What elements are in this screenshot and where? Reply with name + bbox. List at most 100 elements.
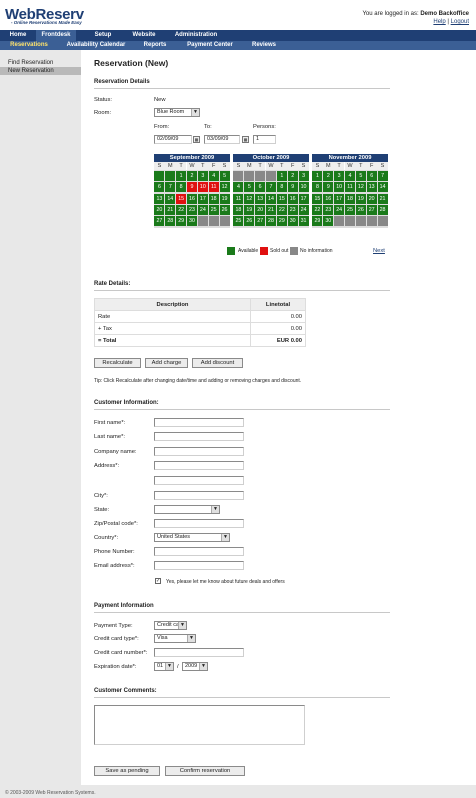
calendar-day[interactable]: 15 bbox=[276, 193, 287, 204]
calendar-day[interactable]: 11 bbox=[208, 182, 219, 193]
country-select[interactable]: United States ▼ bbox=[154, 533, 230, 542]
calendar-day[interactable]: 8 bbox=[312, 182, 323, 193]
calendar-day[interactable]: 24 bbox=[298, 204, 309, 215]
last-name-input[interactable] bbox=[154, 432, 244, 441]
nav-home[interactable]: Home bbox=[0, 30, 36, 41]
calendar-day[interactable]: 23 bbox=[287, 204, 298, 215]
subnav-payment-center[interactable]: Payment Center bbox=[182, 41, 238, 50]
email-input[interactable] bbox=[154, 561, 244, 570]
calendar-day[interactable]: 11 bbox=[233, 193, 244, 204]
calendar-day[interactable]: 30 bbox=[186, 216, 198, 227]
calendar-day[interactable]: 15 bbox=[176, 193, 187, 204]
calendar-day[interactable]: 3 bbox=[298, 171, 309, 181]
sidebar-item-find-reservation[interactable]: Find Reservation bbox=[0, 59, 81, 67]
calendar-day[interactable]: 5 bbox=[244, 182, 255, 193]
calendar-day[interactable]: 20 bbox=[366, 193, 377, 204]
calendar-day[interactable]: 18 bbox=[208, 193, 219, 204]
calendar-day[interactable]: 4 bbox=[208, 171, 219, 181]
calendar-day[interactable]: 28 bbox=[377, 204, 388, 215]
calendar-day[interactable]: 10 bbox=[197, 182, 208, 193]
comments-textarea[interactable] bbox=[94, 705, 305, 745]
confirm-reservation-button[interactable]: Confirm reservation bbox=[165, 766, 245, 776]
calendar-day[interactable]: 8 bbox=[176, 182, 187, 193]
cc-number-input[interactable] bbox=[154, 648, 244, 657]
calendar-day[interactable]: 24 bbox=[334, 204, 345, 215]
calendar-icon[interactable]: ▦ bbox=[193, 136, 200, 143]
calendar-day[interactable]: 4 bbox=[233, 182, 244, 193]
city-input[interactable] bbox=[154, 491, 244, 500]
calendar-day[interactable]: 8 bbox=[276, 182, 287, 193]
calendar-day[interactable]: 12 bbox=[244, 193, 255, 204]
calendar-day[interactable]: 14 bbox=[165, 193, 176, 204]
calendar-day[interactable]: 19 bbox=[244, 204, 255, 215]
calendar-day[interactable]: 7 bbox=[165, 182, 176, 193]
calendar-day[interactable]: 2 bbox=[186, 171, 198, 181]
calendar-day[interactable]: 25 bbox=[208, 204, 219, 215]
calendar-day[interactable]: 23 bbox=[323, 204, 334, 215]
subnav-reservations[interactable]: Reservations bbox=[6, 41, 52, 50]
sidebar-item-new-reservation[interactable]: New Reservation bbox=[0, 67, 81, 75]
recalculate-button[interactable]: Recalculate bbox=[94, 358, 141, 368]
calendar-day[interactable]: 26 bbox=[355, 204, 366, 215]
calendar-day[interactable]: 6 bbox=[255, 182, 266, 193]
calendar-day[interactable]: 12 bbox=[355, 182, 366, 193]
calendar-day[interactable]: 20 bbox=[255, 204, 266, 215]
calendar-day[interactable]: 20 bbox=[154, 204, 165, 215]
calendar-day[interactable]: 18 bbox=[233, 204, 244, 215]
calendar-day[interactable]: 13 bbox=[366, 182, 377, 193]
calendar-day[interactable]: 3 bbox=[334, 171, 345, 181]
calendar-day[interactable]: 24 bbox=[197, 204, 208, 215]
logout-link[interactable]: Logout bbox=[451, 19, 469, 25]
calendar-day[interactable]: 2 bbox=[287, 171, 298, 181]
calendar-day[interactable]: 27 bbox=[154, 216, 165, 227]
calendar-day[interactable]: 5 bbox=[355, 171, 366, 181]
nav-website[interactable]: Website bbox=[124, 30, 164, 41]
calendar-day[interactable]: 19 bbox=[219, 193, 230, 204]
calendar-day[interactable]: 17 bbox=[197, 193, 208, 204]
calendar-day[interactable]: 11 bbox=[344, 182, 356, 193]
phone-input[interactable] bbox=[154, 547, 244, 556]
company-input[interactable] bbox=[154, 447, 244, 456]
calendar-day[interactable]: 2 bbox=[323, 171, 334, 181]
add-charge-button[interactable]: Add charge bbox=[145, 358, 188, 368]
calendar-day[interactable]: 1 bbox=[176, 171, 187, 181]
calendar-day[interactable]: 10 bbox=[298, 182, 309, 193]
calendar-day[interactable]: 30 bbox=[323, 216, 334, 227]
subnav-availability-calendar[interactable]: Availability Calendar bbox=[62, 41, 130, 50]
first-name-input[interactable] bbox=[154, 418, 244, 427]
calendar-day[interactable]: 23 bbox=[186, 204, 198, 215]
calendar-day[interactable]: 26 bbox=[219, 204, 230, 215]
calendar-day[interactable]: 9 bbox=[323, 182, 334, 193]
calendar-day[interactable]: 16 bbox=[186, 193, 198, 204]
calendar-day[interactable]: 21 bbox=[265, 204, 277, 215]
calendar-day[interactable]: 28 bbox=[265, 216, 277, 227]
exp-year-select[interactable]: 2009 ▼ bbox=[182, 662, 208, 671]
calendar-day[interactable]: 4 bbox=[344, 171, 356, 181]
calendar-day[interactable]: 5 bbox=[219, 171, 230, 181]
calendar-day[interactable]: 13 bbox=[255, 193, 266, 204]
calendar-day[interactable]: 19 bbox=[355, 193, 366, 204]
calendar-day[interactable]: 17 bbox=[298, 193, 309, 204]
calendar-day[interactable]: 15 bbox=[312, 193, 323, 204]
calendar-day[interactable]: 7 bbox=[265, 182, 277, 193]
add-discount-button[interactable]: Add discount bbox=[192, 358, 243, 368]
room-select[interactable]: Blue Room ▼ bbox=[154, 108, 200, 117]
calendar-day[interactable]: 6 bbox=[154, 182, 165, 193]
calendar-day[interactable]: 7 bbox=[377, 171, 388, 181]
address-input[interactable] bbox=[154, 461, 244, 470]
calendar-day[interactable]: 10 bbox=[334, 182, 345, 193]
calendar-day[interactable]: 3 bbox=[197, 171, 208, 181]
calendar-day[interactable]: 25 bbox=[344, 204, 356, 215]
from-date-input[interactable]: 02/09/09 bbox=[154, 135, 192, 144]
calendar-day[interactable]: 27 bbox=[366, 204, 377, 215]
calendar-day[interactable]: 6 bbox=[366, 171, 377, 181]
calendar-day[interactable]: 25 bbox=[233, 216, 244, 227]
calendar-day[interactable]: 9 bbox=[186, 182, 198, 193]
calendar-day[interactable]: 29 bbox=[276, 216, 287, 227]
calendar-day[interactable]: 22 bbox=[312, 204, 323, 215]
save-pending-button[interactable]: Save as pending bbox=[94, 766, 160, 776]
state-select[interactable]: ▼ bbox=[154, 505, 220, 514]
calendar-day[interactable]: 13 bbox=[154, 193, 165, 204]
exp-month-select[interactable]: 01 ▼ bbox=[154, 662, 174, 671]
calendar-day[interactable]: 9 bbox=[287, 182, 298, 193]
